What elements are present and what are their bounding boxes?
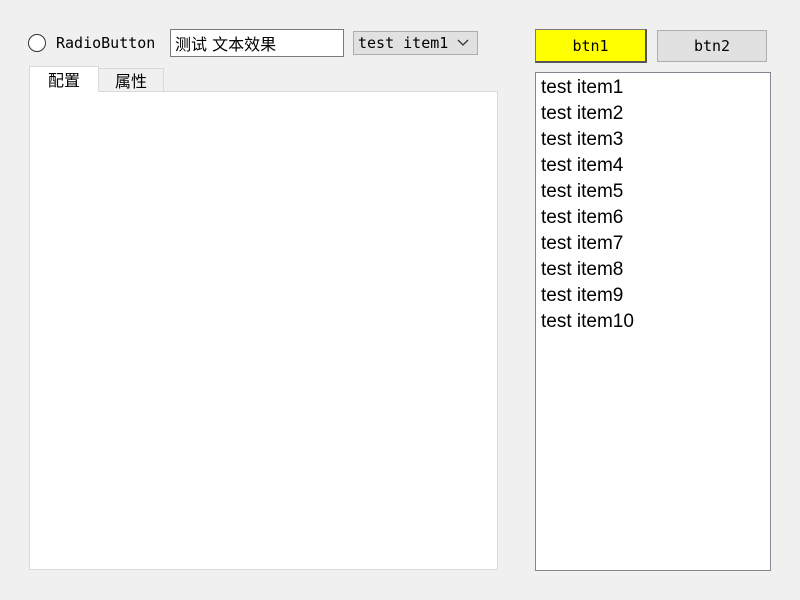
- tab-properties-label: 属性: [115, 72, 148, 91]
- list-item[interactable]: test item2: [541, 101, 770, 127]
- list-item[interactable]: test item1: [541, 75, 770, 101]
- list-item[interactable]: test item7: [541, 231, 770, 257]
- list-item[interactable]: test item10: [541, 309, 770, 335]
- tab-content-pane: [29, 91, 498, 570]
- combo-selected-value[interactable]: test item1: [358, 34, 455, 52]
- combo-box[interactable]: test item1: [353, 31, 478, 55]
- text-input[interactable]: [170, 29, 344, 57]
- btn1-label: btn1: [572, 36, 609, 55]
- list-item[interactable]: test item9: [541, 283, 770, 309]
- radio-indicator-icon[interactable]: [28, 34, 46, 52]
- chevron-down-icon[interactable]: [455, 35, 471, 51]
- btn2-label: btn2: [693, 37, 731, 55]
- list-item[interactable]: test item6: [541, 205, 770, 231]
- list-item[interactable]: test item3: [541, 127, 770, 153]
- btn2-button[interactable]: btn2: [657, 30, 767, 62]
- btn1-button[interactable]: btn1: [535, 29, 647, 63]
- tab-config-label: 配置: [48, 71, 81, 90]
- list-widget[interactable]: test item1 test item2 test item3 test it…: [535, 72, 771, 571]
- tab-config[interactable]: 配置: [29, 66, 100, 92]
- tab-bar: 配置 属性: [29, 66, 165, 92]
- list-item[interactable]: test item8: [541, 257, 770, 283]
- radio-button[interactable]: RadioButton: [28, 33, 155, 53]
- list-item[interactable]: test item5: [541, 179, 770, 205]
- radio-button-label[interactable]: RadioButton: [56, 34, 155, 52]
- main-window: RadioButton test item1 配置 属性 btn1 btn2 t…: [0, 0, 800, 600]
- list-item[interactable]: test item4: [541, 153, 770, 179]
- tab-properties[interactable]: 属性: [98, 68, 165, 92]
